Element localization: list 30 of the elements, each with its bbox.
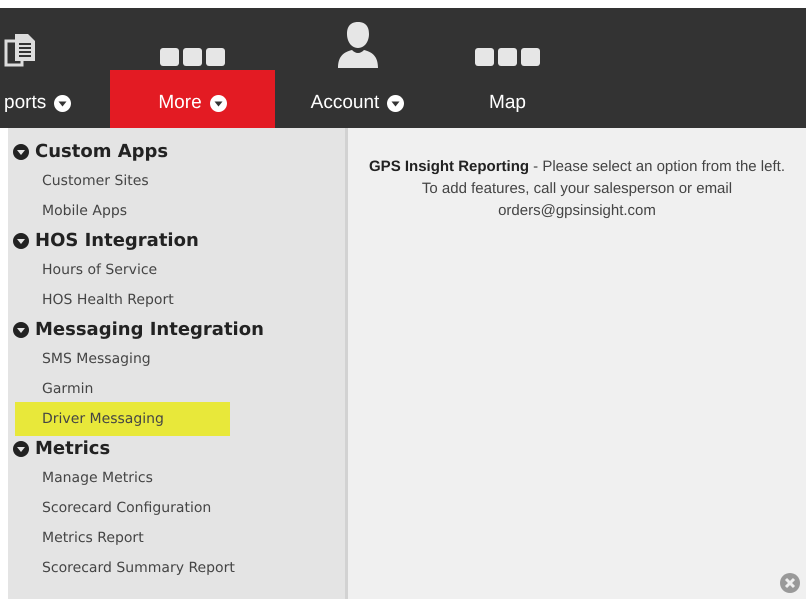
nav-tab[interactable]: ports (0, 8, 110, 128)
documents-icon (4, 32, 38, 68)
caret-icon (54, 94, 72, 112)
caret-icon (13, 322, 29, 338)
caret-icon (210, 94, 227, 112)
menu-item[interactable]: Scorecard Summary Report (8, 553, 235, 583)
caret-icon (13, 144, 29, 160)
menu-item[interactable]: Manage Metrics (8, 463, 230, 493)
nav-tab[interactable]: Map (440, 8, 575, 128)
menu-section-heading: Custom Apps (35, 141, 168, 162)
three-squares-icon (474, 48, 540, 68)
menu-section-heading: HOS Integration (35, 230, 199, 251)
menu-section-heading: Messaging Integration (35, 319, 264, 340)
menu-item[interactable]: Hours of Service (8, 255, 230, 285)
menu-section-heading: Metrics (35, 438, 110, 459)
menu-item[interactable]: Garmin (8, 374, 230, 404)
caret-icon (13, 440, 29, 456)
menu-item[interactable]: HOS Health Report (8, 285, 230, 315)
menu-item[interactable]: Customer Sites (8, 166, 230, 196)
caret-icon (387, 94, 404, 112)
menu-item[interactable]: SMS Messaging (8, 344, 230, 374)
nav-tab[interactable]: Account (275, 8, 440, 128)
close-icon[interactable] (780, 573, 800, 593)
three-squares-icon (160, 48, 226, 68)
menu-item[interactable]: Mobile Apps (8, 196, 230, 226)
menu-item[interactable]: Driver Messaging (15, 402, 230, 436)
menu-item[interactable]: Metrics Report (8, 523, 230, 553)
info-message: GPS Insight Reporting - Please select an option from the left. To add features, call your salesperson or email orders@gpsinsight.com (368, 157, 786, 221)
caret-icon (13, 232, 29, 248)
menu-item[interactable]: Scorecard Configuration (8, 493, 230, 523)
